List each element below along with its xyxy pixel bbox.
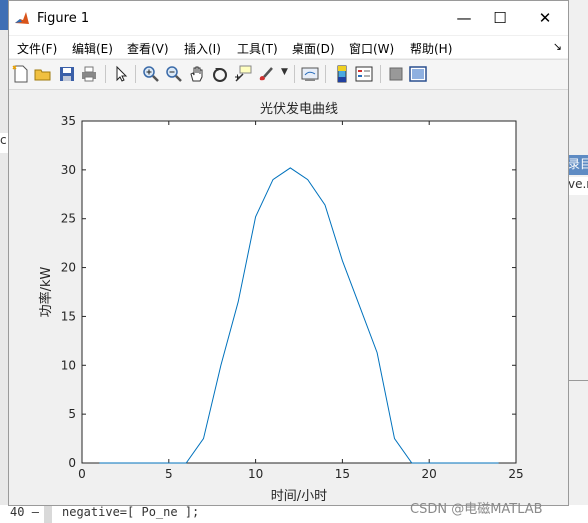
x-tick-label: 10 [248, 467, 263, 481]
plot-canvas: 0 5 10 15 20 25 0 5 10 15 20 25 30 35 光伏发电曲线 时间/小时 功率… [38, 101, 524, 504]
y-tick-label: 15 [61, 309, 76, 323]
x-tick-label: 5 [165, 467, 173, 481]
y-tick-label: 25 [61, 212, 76, 226]
y-tick-label: 35 [61, 114, 76, 128]
y-tick-label: 10 [61, 358, 76, 372]
y-axis-label: 功率/kW [38, 266, 54, 317]
x-tick-label: 0 [78, 467, 86, 481]
chart-title: 光伏发电曲线 [260, 101, 338, 117]
y-tick-label: 20 [61, 261, 76, 275]
watermark: CSDN @电磁MATLAB [410, 502, 543, 517]
y-tick-label: 0 [68, 456, 76, 470]
y-tick-label: 30 [61, 163, 76, 177]
y-tick-label: 5 [68, 407, 76, 421]
x-axis-label: 时间/小时 [271, 489, 327, 504]
axes-background[interactable] [81, 120, 517, 464]
x-tick-label: 15 [335, 467, 350, 481]
x-tick-label: 25 [508, 467, 523, 481]
x-tick-label: 20 [422, 467, 437, 481]
